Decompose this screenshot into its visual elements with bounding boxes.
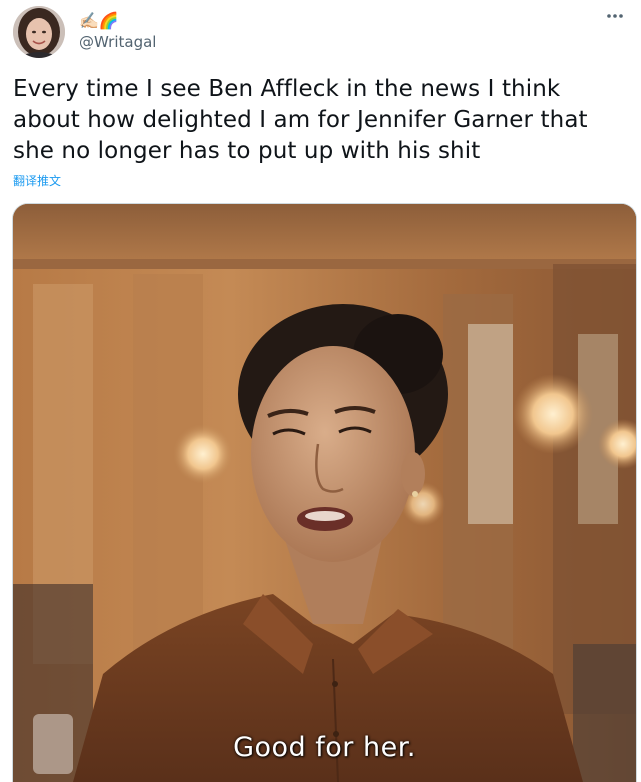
tweet-text: Every time I see Ben Affleck in the news… — [13, 76, 588, 164]
translate-tweet-link[interactable]: 翻译推文 — [13, 173, 61, 189]
profile-photo-icon — [13, 6, 65, 58]
tweet-media-gif[interactable]: Good for her. — [12, 203, 637, 782]
more-options-icon — [607, 14, 623, 18]
gif-subtitle: Good for her. — [233, 732, 416, 763]
gif-frame-image — [13, 204, 636, 782]
more-options-button[interactable] — [603, 6, 627, 26]
author-handle[interactable]: @Writagal — [79, 33, 156, 51]
author-display-name[interactable]: ✍🏻🌈 — [79, 10, 119, 30]
author-avatar[interactable] — [13, 6, 65, 58]
author-emojis: ✍🏻🌈 — [79, 10, 119, 30]
tweet-card: ✍🏻🌈 @Writagal Every time I see Ben Affle… — [0, 0, 641, 782]
